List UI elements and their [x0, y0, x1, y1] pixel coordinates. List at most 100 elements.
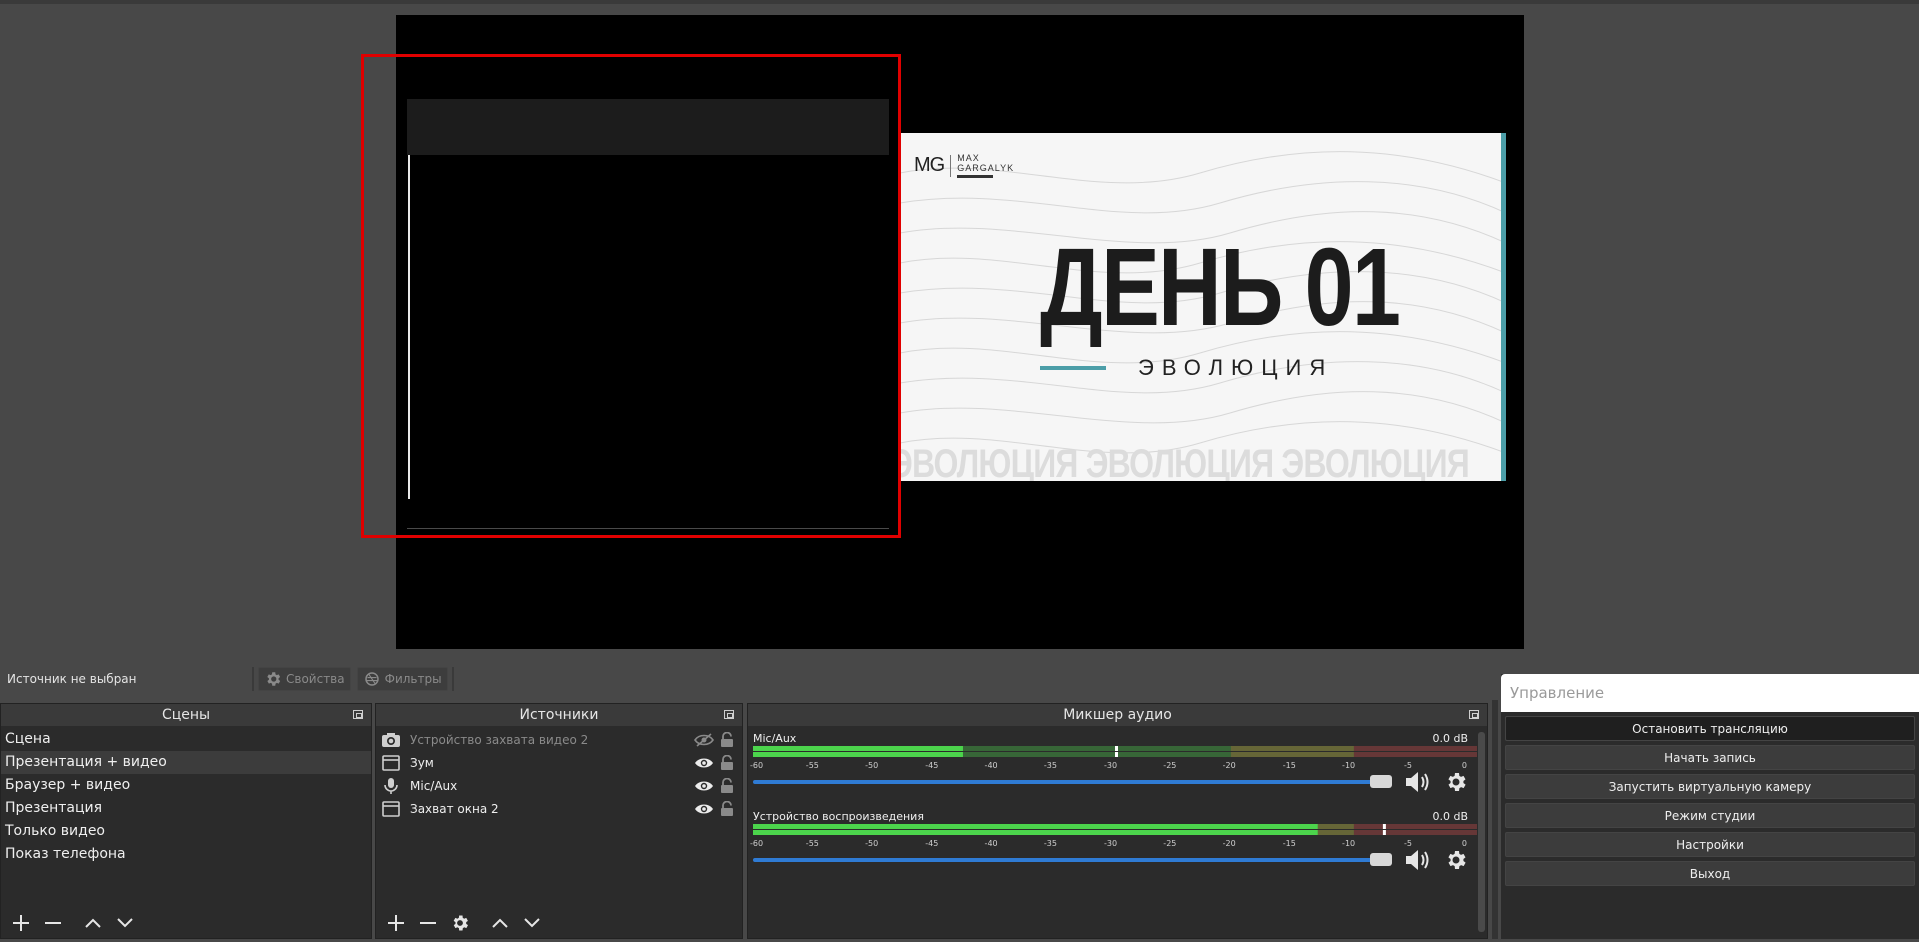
slide-subtitle: ЭВОЛЮЦИЯ: [1138, 355, 1334, 380]
unlock-icon[interactable]: [720, 754, 734, 771]
controls-dock: Управление Остановить трансляцию Начать …: [1501, 674, 1919, 939]
start-virtual-camera-button[interactable]: Запустить виртуальную камеру: [1505, 774, 1915, 799]
scenes-title-label: Сцены: [161, 707, 211, 723]
studio-mode-button[interactable]: Режим студии: [1505, 803, 1915, 828]
source-toolbar: Источник не выбран Свойства Фильтры: [0, 664, 1500, 694]
settings-button[interactable]: Настройки: [1505, 832, 1915, 857]
tick-label: -15: [1282, 761, 1296, 770]
scene-label: Только видео: [5, 823, 105, 839]
dock-splitter[interactable]: [1492, 700, 1498, 939]
source-status-label: Источник не выбран: [7, 672, 137, 686]
source-item[interactable]: Mic/Aux: [376, 774, 742, 797]
toolbar-separator: [451, 667, 454, 691]
scene-item[interactable]: Показ телефона: [1, 843, 371, 866]
scene-item[interactable]: Сцена: [1, 728, 371, 751]
plus-icon: [13, 915, 29, 931]
sources-title: Источники: [376, 704, 742, 726]
exit-button[interactable]: Выход: [1505, 861, 1915, 886]
volume-fader-handle[interactable]: [1370, 853, 1392, 866]
source-item[interactable]: Захват окна 2: [376, 797, 742, 820]
add-scene-button[interactable]: [7, 910, 35, 936]
tick-label: -15: [1282, 839, 1296, 848]
scene-list: Сцена Презентация + видео Браузер + виде…: [1, 728, 371, 908]
volume-fader-track[interactable]: [753, 780, 1373, 784]
scene-label: Показ телефона: [5, 846, 126, 862]
filters-button[interactable]: Фильтры: [356, 667, 448, 691]
sources-title-label: Источники: [519, 707, 599, 723]
meter-level: [753, 824, 1318, 829]
undock-icon[interactable]: [724, 710, 734, 719]
presentation-slide: MG MAX GARGALYK ДЕНЬ 01 ЭВОЛЮЦИЯ ЭВОЛЮЦИ…: [900, 133, 1506, 481]
tick-label: -5: [1403, 761, 1412, 770]
meter-peak: [1115, 746, 1118, 751]
scene-label: Браузер + видео: [5, 777, 131, 793]
source-item[interactable]: Зум: [376, 751, 742, 774]
scene-item[interactable]: Только видео: [1, 820, 371, 843]
meter-level: [753, 752, 963, 757]
microphone-icon: [380, 777, 402, 795]
channel-db: 0.0 dB: [1432, 810, 1468, 823]
scene-label: Презентация: [5, 800, 103, 816]
remove-source-button[interactable]: [414, 910, 442, 936]
scene-item[interactable]: Презентация + видео: [1, 751, 371, 774]
tick-label: -45: [925, 839, 939, 848]
logo-name-line1: MAX: [957, 153, 980, 163]
properties-label: Свойства: [286, 672, 345, 686]
eye-icon[interactable]: [694, 756, 714, 770]
eye-icon[interactable]: [694, 779, 714, 793]
gear-icon[interactable]: [1444, 770, 1468, 794]
move-scene-down-button[interactable]: [111, 910, 139, 936]
scene-item[interactable]: Презентация: [1, 797, 371, 820]
mixer-channel: Mic/Aux 0.0 dB -60 -55 -50 -45 -40 -35 -30 -25-…: [750, 728, 1477, 800]
mixer-title-label: Микшер аудио: [1063, 707, 1172, 723]
tick-label: -60: [750, 761, 764, 770]
tick-label: -50: [865, 839, 879, 848]
channel-name: Mic/Aux: [753, 732, 797, 745]
logo-name-line2: GARGALYK: [957, 163, 1015, 173]
volume-fader-handle[interactable]: [1370, 775, 1392, 788]
move-source-up-button[interactable]: [486, 910, 514, 936]
sources-dock: Источники Устройство захвата видео 2 Зум…: [375, 703, 743, 939]
add-source-button[interactable]: [382, 910, 410, 936]
tick-label: 0: [1461, 761, 1467, 770]
chevron-down-icon: [524, 918, 540, 928]
tick-label: -40: [984, 761, 998, 770]
meter-zone: [1353, 824, 1477, 829]
camera-icon: [380, 731, 402, 749]
meter-scale: -60 -55 -50 -45 -40 -35 -30 -25 -20 -15 -10 -5 0: [750, 839, 1468, 849]
speaker-icon[interactable]: [1403, 848, 1433, 872]
move-scene-up-button[interactable]: [79, 910, 107, 936]
volume-meter: [753, 824, 1477, 829]
unlock-icon[interactable]: [720, 777, 734, 794]
stop-streaming-button[interactable]: Остановить трансляцию: [1505, 716, 1915, 741]
mixer-body: Mic/Aux 0.0 dB -60 -55 -50 -45 -40 -35 -30 -25-…: [748, 728, 1477, 938]
volume-fader-track[interactable]: [753, 858, 1373, 862]
eye-icon[interactable]: [694, 802, 714, 816]
move-source-down-button[interactable]: [518, 910, 546, 936]
tick-label: -35: [1043, 761, 1057, 770]
lock-icon[interactable]: [720, 731, 734, 748]
tick-label: -20: [1222, 761, 1236, 770]
mixer-scrollbar[interactable]: [1478, 732, 1485, 932]
slide-title: ДЕНЬ 01: [1040, 226, 1401, 349]
undock-icon[interactable]: [353, 710, 363, 719]
remove-scene-button[interactable]: [39, 910, 67, 936]
source-list: Устройство захвата видео 2 Зум Mic/Aux З…: [376, 728, 742, 908]
scenes-title: Сцены: [1, 704, 371, 726]
logo-tagline-bar: [957, 175, 994, 178]
properties-button[interactable]: Свойства: [258, 667, 351, 691]
source-item[interactable]: Устройство захвата видео 2: [376, 728, 742, 751]
unlock-icon[interactable]: [720, 800, 734, 817]
speaker-icon[interactable]: [1403, 770, 1433, 794]
scene-item[interactable]: Браузер + видео: [1, 774, 371, 797]
eye-hidden-icon[interactable]: [694, 732, 714, 747]
mixer-channel: Устройство воспроизведения 0.0 dB -60 -55…: [750, 806, 1477, 878]
channel-db: 0.0 dB: [1432, 732, 1468, 745]
meter-level: [753, 830, 1318, 835]
source-properties-button[interactable]: [446, 910, 474, 936]
undock-icon[interactable]: [1469, 710, 1479, 719]
start-recording-button[interactable]: Начать запись: [1505, 745, 1915, 770]
chevron-down-icon: [117, 918, 133, 928]
gear-icon[interactable]: [1444, 848, 1468, 872]
source-selection-box[interactable]: [361, 54, 901, 538]
